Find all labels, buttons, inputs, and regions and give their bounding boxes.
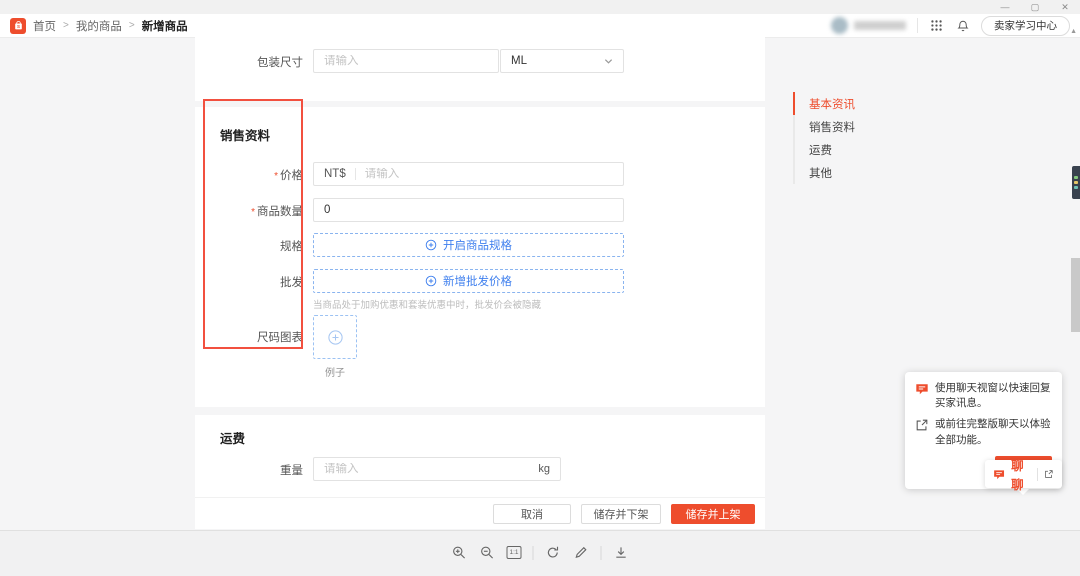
sales-info-title: 销售资料 [220,125,270,144]
chat-tip-row: 或前往完整版聊天以体验全部功能。 [915,417,1052,447]
anchor-basic-info[interactable]: 基本资讯 [793,92,855,115]
refresh-icon[interactable] [545,544,562,561]
extension-tab-stripe [1074,176,1078,179]
wholesale-label: 批发 [195,274,303,290]
svg-text:S: S [17,24,20,29]
chat-tip-row: 使用聊天视窗以快速回复买家讯息。 [915,381,1052,411]
quantity-input[interactable] [324,204,613,216]
quantity-label: *商品数量 [195,203,303,219]
shipping-card: 运费 重量 kg [195,415,765,497]
plus-circle-icon [425,275,437,287]
zoom-out-icon[interactable] [479,544,496,561]
variation-label: 规格 [195,238,303,254]
scrollbar-up-arrow[interactable]: ▲ [1070,28,1077,35]
edit-pencil-icon[interactable] [573,544,590,561]
sales-info-card: 销售资料 *价格 NT$ *商品数量 规格 开启商品规格 批发 [195,107,765,407]
package-size-unit-value: ML [511,55,527,67]
required-mark: * [251,207,255,218]
notifications-bell-icon[interactable] [955,18,970,33]
cancel-button[interactable]: 取消 [493,504,571,524]
breadcrumb-separator: > [129,20,135,31]
open-full-chat-icon [915,418,929,432]
package-size-label: 包装尺寸 [195,54,303,70]
price-label: *价格 [195,167,303,183]
save-and-delist-button[interactable]: 储存并下架 [581,504,661,524]
form-footer: 取消 储存并下架 储存并上架 [195,497,765,529]
chat-launcher-label: 聊聊 [1011,455,1031,493]
save-and-publish-button[interactable]: 储存并上架 [671,504,755,524]
scrollbar-thumb[interactable] [1071,258,1080,332]
account-info-blurred[interactable] [831,17,906,34]
app-header: S 首页 > 我的商品 > 新增商品 [0,14,1080,38]
chat-launcher[interactable]: 聊聊 [985,460,1062,488]
package-size-unit-select[interactable]: ML [500,49,624,73]
screen: — ▢ ✕ S 首页 > 我的商品 > 新增商品 [0,0,1080,576]
size-chart-label: 尺码图表 [195,329,303,345]
breadcrumb-separator: > [63,20,69,31]
window-close-button[interactable]: ✕ [1050,0,1080,14]
window-minimize-button[interactable]: — [990,0,1020,14]
download-icon[interactable] [613,544,630,561]
browser-extension-tab[interactable] [1072,166,1080,199]
weight-input-wrap: kg [313,457,561,481]
chat-tip-text: 使用聊天视窗以快速回复买家讯息。 [935,381,1052,411]
actual-size-icon[interactable]: 1:1 [507,546,522,559]
price-currency-prefix: NT$ [324,168,356,180]
zoom-in-icon[interactable] [451,544,468,561]
window-titlebar: — ▢ ✕ [0,0,1080,14]
shipping-title: 运费 [220,428,245,447]
toolbar-divider [533,546,534,560]
breadcrumb-my-products[interactable]: 我的商品 [76,18,122,34]
avatar [831,17,848,34]
chat-bubble-icon [915,382,929,396]
basic-info-card: 包装尺寸 ML [195,37,765,101]
shopee-logo-icon[interactable]: S [10,18,26,34]
popout-chat-icon[interactable] [1044,468,1054,480]
package-size-input[interactable] [324,55,488,67]
header-divider [917,18,918,33]
size-chart-example-label[interactable]: 例子 [313,364,357,379]
price-input-wrap: NT$ [313,162,624,186]
anchor-shipping[interactable]: 运费 [793,138,855,161]
anchor-others[interactable]: 其他 [793,161,855,184]
toolbar-divider [601,546,602,560]
weight-label: 重量 [195,462,303,478]
quantity-input-wrap [313,198,624,222]
account-name-redacted [854,21,906,30]
plus-circle-icon [327,329,344,346]
chat-tip-text: 或前往完整版聊天以体验全部功能。 [935,417,1052,447]
window-maximize-button[interactable]: ▢ [1020,0,1050,14]
package-size-input-wrap [313,49,499,73]
anchor-sales-info[interactable]: 销售资料 [793,115,855,138]
enable-variation-button[interactable]: 开启商品规格 [313,233,624,257]
screenshot-viewer-bar: 1:1 [0,530,1080,576]
chat-bubble-icon [993,467,1005,482]
section-anchor-nav: 基本资讯 销售资料 运费 其他 [793,92,855,184]
add-wholesale-button[interactable]: 新增批发价格 [313,269,624,293]
extension-tab-stripe [1074,181,1078,184]
seller-learning-center-button[interactable]: 卖家学习中心 [981,16,1070,36]
apps-grid-icon[interactable] [929,18,944,33]
wholesale-hint: 当商品处于加购优惠和套装优惠中时，批发价会被隐藏 [313,297,541,311]
breadcrumb-home[interactable]: 首页 [33,18,56,34]
chevron-down-icon [604,57,613,66]
viewer-tools: 1:1 [451,544,630,561]
extension-tab-stripe [1074,186,1078,189]
weight-unit: kg [538,463,550,475]
chat-divider [1037,468,1038,481]
weight-input[interactable] [324,463,530,475]
price-input[interactable] [365,168,613,180]
required-mark: * [274,171,278,182]
breadcrumb-new-product: 新增商品 [142,18,188,34]
size-chart-upload-box[interactable] [313,315,357,359]
plus-circle-icon [425,239,437,251]
